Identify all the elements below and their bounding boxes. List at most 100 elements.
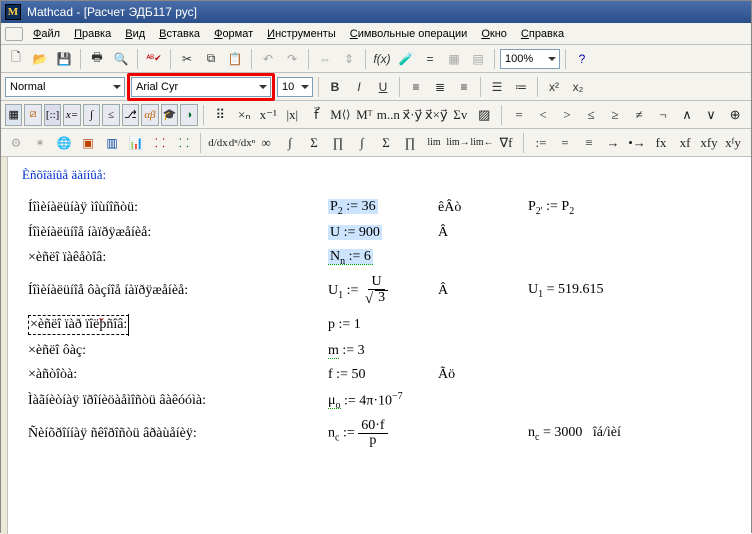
row-label[interactable]: ×èñëî ïàð ïˇîëþñîâ: [18, 311, 318, 339]
subscript-button[interactable]: x₂ [567, 76, 589, 98]
sym-lt[interactable]: < [531, 104, 555, 126]
sym-pic[interactable]: ▨ [472, 104, 496, 126]
row-result[interactable] [518, 339, 668, 363]
sym-assign[interactable]: := [529, 132, 553, 154]
sym-symeval[interactable]: → [601, 132, 625, 154]
menu-file[interactable]: Файл [27, 26, 66, 42]
row-result[interactable] [518, 221, 668, 245]
row-label[interactable]: ×èñëî ïàêåòîâ: [18, 245, 318, 271]
sym-fx[interactable]: fx [649, 132, 673, 154]
italic-button[interactable]: I [348, 76, 370, 98]
row-result[interactable]: P2' := P2 [518, 195, 668, 221]
row-equation[interactable]: f := 50 [318, 363, 428, 387]
bullets-button[interactable]: ☰ [486, 76, 508, 98]
sym-ge[interactable]: ≥ [603, 104, 627, 126]
sym-gt[interactable]: > [555, 104, 579, 126]
sym-inf[interactable]: ∞ [254, 132, 278, 154]
help-icon[interactable]: ? [571, 48, 593, 70]
sym-xfy2[interactable]: xᶠy [721, 132, 745, 154]
sym-matrix[interactable]: ⠿ [208, 104, 232, 126]
sym-int[interactable]: ∫ [278, 132, 302, 154]
row-result[interactable] [518, 245, 668, 271]
menu-edit[interactable]: Правка [68, 26, 117, 42]
align-left-button[interactable]: ≡ [405, 76, 427, 98]
cut-icon[interactable]: ✂ [176, 48, 198, 70]
paste-icon[interactable]: 📋 [224, 48, 246, 70]
sym-transpose[interactable]: Mᵀ [352, 104, 376, 126]
sym-global[interactable]: ≡ [577, 132, 601, 154]
row-result[interactable]: nc = 3000 îá/ìèí [518, 415, 668, 452]
row-equation[interactable]: p := 1 [318, 311, 428, 339]
row-equation[interactable]: μo := 4π·10−7 [318, 387, 428, 415]
save-icon[interactable]: 💾 [53, 48, 75, 70]
unit-icon[interactable]: 🧪 [395, 48, 417, 70]
sym-nderiv[interactable]: dⁿ/dxⁿ [230, 132, 254, 154]
row-label[interactable]: Íîìèíàëüíàÿ ìîùíîñòü: [18, 195, 318, 221]
sym-ne[interactable]: ≠ [627, 104, 651, 126]
sym-limr[interactable]: lim→ [446, 132, 470, 154]
new-icon[interactable]: 🗋 [5, 48, 27, 70]
calculator-palette-icon[interactable]: ▦ [5, 104, 22, 126]
preview-icon[interactable]: 🔍 [110, 48, 132, 70]
row-equation[interactable]: P2 := 36 [318, 195, 428, 221]
func-icon[interactable]: f(x) [371, 48, 393, 70]
row-label[interactable]: ×èñëî ôàç: [18, 339, 318, 363]
sym-int2[interactable]: ∫ [350, 132, 374, 154]
graph-palette-icon[interactable]: ⧄ [24, 104, 41, 126]
numbers-button[interactable]: ≔ [510, 76, 532, 98]
p2-globe-icon[interactable]: 🌐 [53, 132, 75, 154]
p2-chart-icon[interactable]: 📊 [125, 132, 147, 154]
row-result[interactable] [518, 363, 668, 387]
sym-not[interactable]: ¬ [651, 104, 675, 126]
row-label[interactable]: Ìàãíèòíàÿ ïðîíèöàåìîñòü âàêóóìà: [18, 387, 318, 415]
spell-icon[interactable]: ᴬᴮ✔ [143, 48, 165, 70]
menu-symbolic[interactable]: Символьные операции [344, 26, 474, 42]
row-equation[interactable]: U1 := U√3 [318, 271, 428, 311]
sym-eq[interactable]: = [507, 104, 531, 126]
sym-vectorize[interactable]: f⃗ [304, 104, 328, 126]
greek-palette-icon[interactable]: αβ [141, 104, 158, 126]
sym-xor[interactable]: ⊕ [723, 104, 747, 126]
p2-comp-icon[interactable]: ▣ [77, 132, 99, 154]
sym-deriv[interactable]: d/dx [206, 132, 230, 154]
sym-evaluate[interactable]: = [553, 132, 577, 154]
menu-format[interactable]: Формат [208, 26, 259, 42]
p2-tree-icon[interactable]: ⸬ [173, 132, 195, 154]
modifier-palette-icon[interactable]: ◑ [180, 104, 197, 126]
align-right-button[interactable]: ≡ [453, 76, 475, 98]
sym-or[interactable]: ∨ [699, 104, 723, 126]
align-v-icon[interactable]: ⇕ [338, 48, 360, 70]
sym-column[interactable]: M⟨⟩ [328, 104, 352, 126]
bold-button[interactable]: B [324, 76, 346, 98]
sym-le[interactable]: ≤ [579, 104, 603, 126]
p2-d-icon[interactable]: ▥ [101, 132, 123, 154]
align-center-button[interactable]: ≣ [429, 76, 451, 98]
redo-icon[interactable]: ↷ [281, 48, 303, 70]
p2-scatter-icon[interactable]: ⸬ [149, 132, 171, 154]
mdi-icon[interactable] [5, 27, 23, 41]
sym-range[interactable]: m..n [376, 104, 400, 126]
row-result[interactable] [518, 387, 668, 415]
sym-sumv[interactable]: Σv [448, 104, 472, 126]
sym-cross[interactable]: x⃗×y⃗ [424, 104, 448, 126]
zoom-combo[interactable]: 100% [500, 49, 560, 69]
menu-view[interactable]: Вид [119, 26, 151, 42]
menu-window[interactable]: Окно [475, 26, 513, 42]
boolean-palette-icon[interactable]: ≤ [102, 104, 119, 126]
sym-sum2[interactable]: Σ [374, 132, 398, 154]
sym-liml[interactable]: lim← [470, 132, 494, 154]
row-label[interactable]: ×àñòîòà: [18, 363, 318, 387]
p2-b-icon[interactable]: ✶ [29, 132, 51, 154]
comp2-icon[interactable]: ▤ [467, 48, 489, 70]
row-label[interactable]: Íîìèíàëüíîå ôàçíîå íàïðÿæåíèå: [18, 271, 318, 311]
undo-icon[interactable]: ↶ [257, 48, 279, 70]
sym-xn[interactable]: ×ₙ [232, 104, 256, 126]
sym-symkey[interactable]: •→ [625, 132, 649, 154]
row-label[interactable]: Íîìèíàëüíîå íàïðÿæåíèå: [18, 221, 318, 245]
sym-prod2[interactable]: ∏ [398, 132, 422, 154]
align-h-icon[interactable]: ⇔ [314, 48, 336, 70]
sym-inverse[interactable]: x⁻¹ [256, 104, 280, 126]
font-size-combo[interactable]: 10 [277, 77, 313, 97]
sym-prodr[interactable]: ∏ [326, 132, 350, 154]
menu-tools[interactable]: Инструменты [261, 26, 342, 42]
